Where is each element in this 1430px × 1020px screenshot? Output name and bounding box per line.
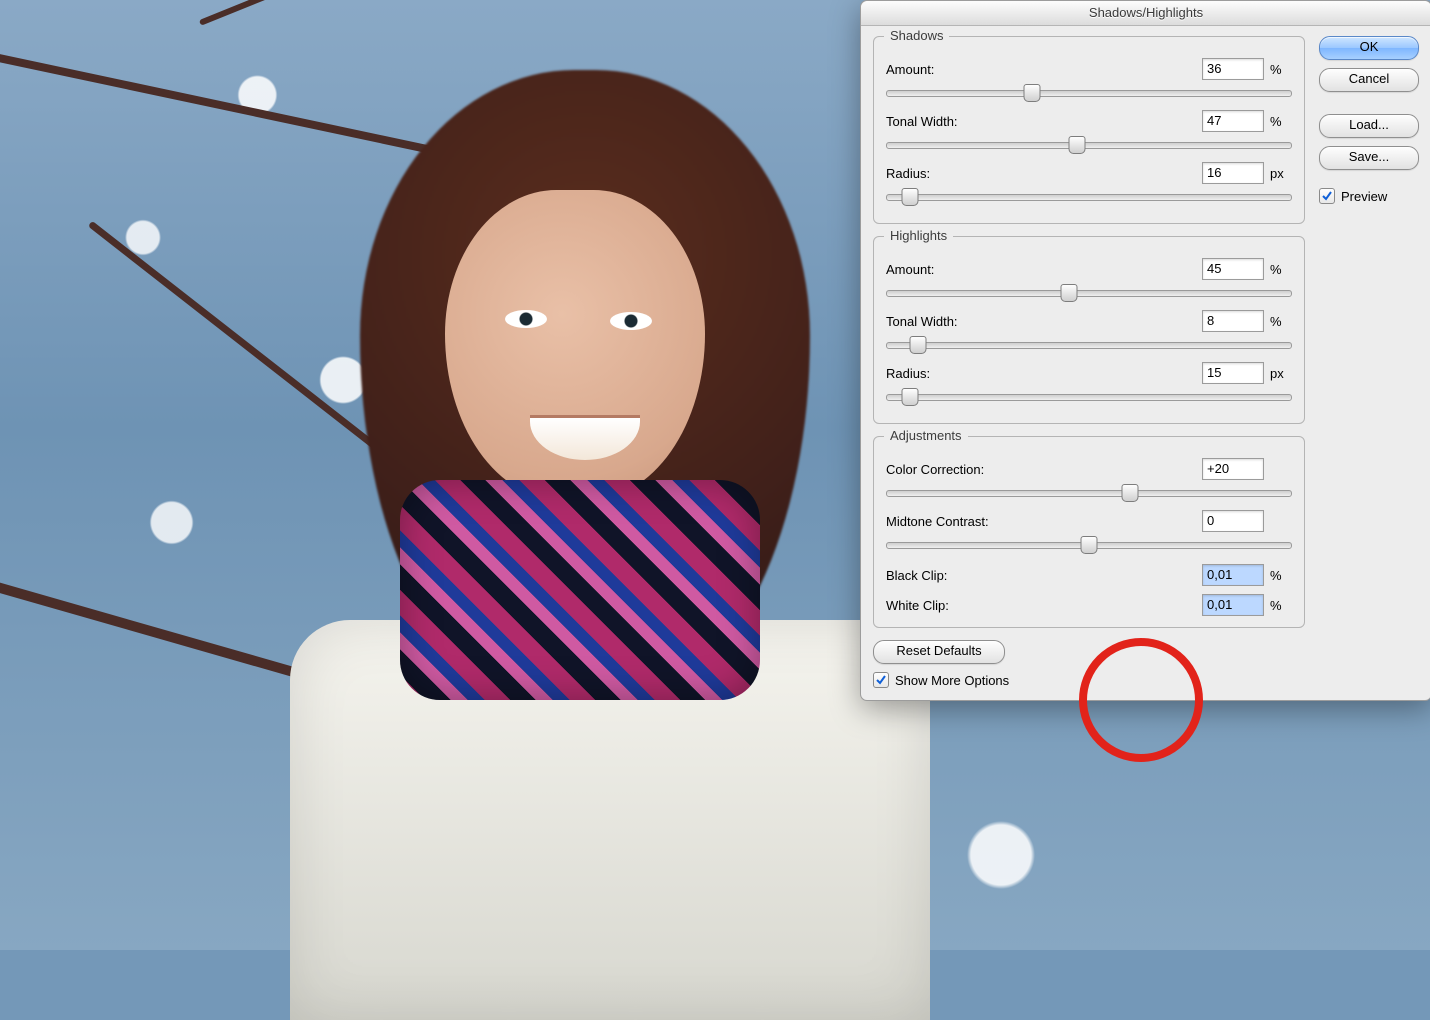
label-shadows-radius: Radius: <box>886 166 1202 181</box>
slider-color-correction[interactable] <box>886 483 1292 501</box>
cancel-button[interactable]: Cancel <box>1319 68 1419 92</box>
load-button[interactable]: Load... <box>1319 114 1419 138</box>
label-highlights-radius: Radius: <box>886 366 1202 381</box>
group-adjustments: Adjustments Color Correction: Midtone Co… <box>873 436 1305 628</box>
save-button[interactable]: Save... <box>1319 146 1419 170</box>
photo-eye <box>610 312 652 330</box>
label-shadows-amount: Amount: <box>886 62 1202 77</box>
input-shadows-tonal[interactable] <box>1202 110 1264 132</box>
input-white-clip[interactable] <box>1202 594 1264 616</box>
input-color-correction[interactable] <box>1202 458 1264 480</box>
input-midtone-contrast[interactable] <box>1202 510 1264 532</box>
unit: % <box>1270 598 1292 613</box>
slider-shadows-amount[interactable] <box>886 83 1292 101</box>
label-highlights-tonal: Tonal Width: <box>886 314 1202 329</box>
group-shadows: Shadows Amount: % Tonal Width: % <box>873 36 1305 224</box>
slider-highlights-radius[interactable] <box>886 387 1292 405</box>
input-highlights-tonal[interactable] <box>1202 310 1264 332</box>
group-legend: Highlights <box>884 228 953 243</box>
input-black-clip[interactable] <box>1202 564 1264 586</box>
input-shadows-amount[interactable] <box>1202 58 1264 80</box>
photo-eye <box>505 310 547 328</box>
unit: % <box>1270 114 1292 129</box>
group-legend: Shadows <box>884 28 949 43</box>
show-more-options-label: Show More Options <box>895 673 1009 688</box>
ok-button[interactable]: OK <box>1319 36 1419 60</box>
slider-midtone-contrast[interactable] <box>886 535 1292 553</box>
label-highlights-amount: Amount: <box>886 262 1202 277</box>
label-color-correction: Color Correction: <box>886 462 1202 477</box>
input-highlights-amount[interactable] <box>1202 258 1264 280</box>
label-midtone-contrast: Midtone Contrast: <box>886 514 1202 529</box>
slider-highlights-tonal[interactable] <box>886 335 1292 353</box>
unit: px <box>1270 166 1292 181</box>
shadows-highlights-dialog: Shadows/Highlights Shadows Amount: % Ton… <box>860 0 1430 701</box>
unit: % <box>1270 262 1292 277</box>
preview-label: Preview <box>1341 189 1387 204</box>
unit: % <box>1270 568 1292 583</box>
checkbox-icon <box>873 672 889 688</box>
label-black-clip: Black Clip: <box>886 568 1202 583</box>
unit: % <box>1270 62 1292 77</box>
label-white-clip: White Clip: <box>886 598 1202 613</box>
slider-highlights-amount[interactable] <box>886 283 1292 301</box>
dialog-title: Shadows/Highlights <box>861 1 1430 26</box>
preview-checkbox[interactable]: Preview <box>1319 188 1419 204</box>
photo-scarf <box>400 480 760 700</box>
slider-shadows-radius[interactable] <box>886 187 1292 205</box>
group-highlights: Highlights Amount: % Tonal Width: % <box>873 236 1305 424</box>
checkbox-icon <box>1319 188 1335 204</box>
input-shadows-radius[interactable] <box>1202 162 1264 184</box>
input-highlights-radius[interactable] <box>1202 362 1264 384</box>
slider-shadows-tonal[interactable] <box>886 135 1292 153</box>
unit: % <box>1270 314 1292 329</box>
unit: px <box>1270 366 1292 381</box>
reset-defaults-button[interactable]: Reset Defaults <box>873 640 1005 664</box>
group-legend: Adjustments <box>884 428 968 443</box>
label-shadows-tonal: Tonal Width: <box>886 114 1202 129</box>
show-more-options-checkbox[interactable]: Show More Options <box>873 672 1305 688</box>
